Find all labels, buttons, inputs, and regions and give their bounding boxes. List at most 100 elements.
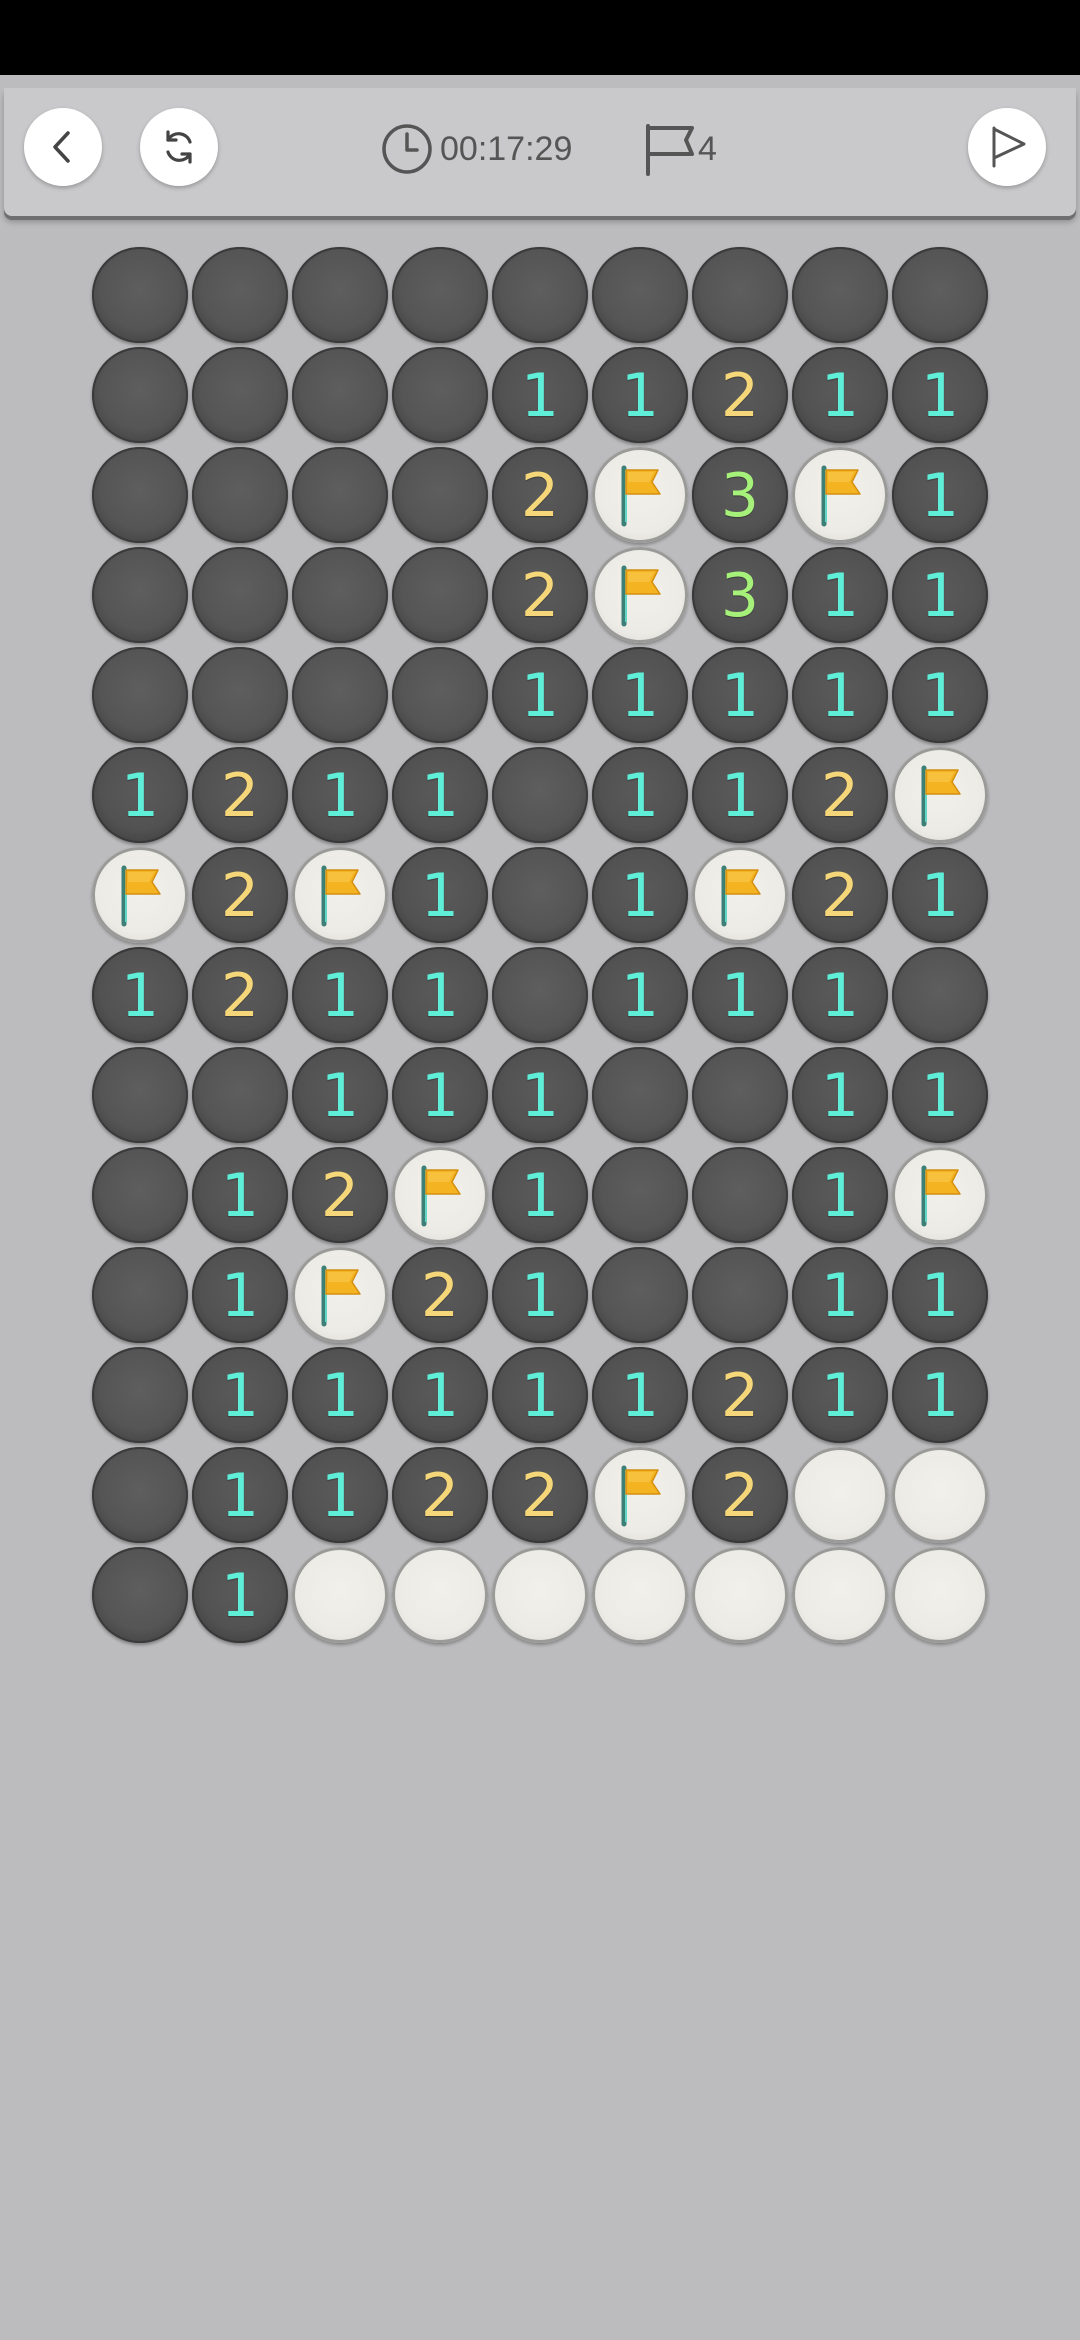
number-cell[interactable]: 2 bbox=[690, 1445, 790, 1545]
number-cell[interactable]: 1 bbox=[590, 1345, 690, 1445]
hidden-cell[interactable] bbox=[90, 1045, 190, 1145]
number-cell[interactable]: 1 bbox=[490, 345, 590, 445]
number-cell[interactable]: 1 bbox=[190, 1445, 290, 1545]
number-cell[interactable]: 2 bbox=[490, 445, 590, 545]
number-cell[interactable]: 1 bbox=[190, 1345, 290, 1445]
hidden-cell[interactable] bbox=[90, 1245, 190, 1345]
hidden-cell[interactable] bbox=[890, 245, 990, 345]
restart-button[interactable] bbox=[140, 108, 218, 186]
hidden-cell[interactable] bbox=[590, 1045, 690, 1145]
hidden-cell[interactable] bbox=[690, 1145, 790, 1245]
number-cell[interactable]: 2 bbox=[790, 745, 890, 845]
number-cell[interactable]: 1 bbox=[890, 1245, 990, 1345]
hidden-cell[interactable] bbox=[490, 245, 590, 345]
hidden-cell[interactable] bbox=[390, 245, 490, 345]
hidden-cell[interactable] bbox=[390, 545, 490, 645]
number-cell[interactable]: 2 bbox=[190, 845, 290, 945]
number-cell[interactable]: 1 bbox=[790, 645, 890, 745]
number-cell[interactable]: 1 bbox=[790, 945, 890, 1045]
hidden-cell[interactable] bbox=[190, 245, 290, 345]
hidden-cell[interactable] bbox=[90, 1445, 190, 1545]
number-cell[interactable]: 1 bbox=[690, 745, 790, 845]
number-cell[interactable]: 1 bbox=[890, 345, 990, 445]
number-cell[interactable]: 2 bbox=[690, 1345, 790, 1445]
hidden-cell[interactable] bbox=[290, 245, 390, 345]
number-cell[interactable]: 2 bbox=[290, 1145, 390, 1245]
flagged-cell[interactable] bbox=[590, 1445, 690, 1545]
number-cell[interactable]: 1 bbox=[790, 1145, 890, 1245]
number-cell[interactable]: 1 bbox=[490, 1145, 590, 1245]
hidden-cell[interactable] bbox=[590, 1245, 690, 1345]
number-cell[interactable]: 1 bbox=[890, 645, 990, 745]
number-cell[interactable]: 2 bbox=[390, 1445, 490, 1545]
number-cell[interactable]: 1 bbox=[490, 1345, 590, 1445]
hidden-cell[interactable] bbox=[690, 1245, 790, 1345]
number-cell[interactable]: 1 bbox=[590, 645, 690, 745]
number-cell[interactable]: 3 bbox=[690, 445, 790, 545]
hidden-cell[interactable] bbox=[90, 245, 190, 345]
number-cell[interactable]: 1 bbox=[690, 945, 790, 1045]
number-cell[interactable]: 1 bbox=[790, 345, 890, 445]
flagged-cell[interactable] bbox=[590, 445, 690, 545]
number-cell[interactable]: 1 bbox=[890, 1345, 990, 1445]
number-cell[interactable]: 1 bbox=[290, 945, 390, 1045]
number-cell[interactable]: 1 bbox=[390, 845, 490, 945]
hidden-cell[interactable] bbox=[290, 545, 390, 645]
hidden-cell[interactable] bbox=[690, 245, 790, 345]
flag-mode-button[interactable] bbox=[968, 108, 1046, 186]
hidden-cell[interactable] bbox=[190, 445, 290, 545]
number-cell[interactable]: 2 bbox=[390, 1245, 490, 1345]
number-cell[interactable]: 1 bbox=[590, 345, 690, 445]
number-cell[interactable]: 2 bbox=[190, 745, 290, 845]
flagged-cell[interactable] bbox=[890, 745, 990, 845]
flagged-cell[interactable] bbox=[590, 545, 690, 645]
number-cell[interactable]: 1 bbox=[190, 1245, 290, 1345]
number-cell[interactable]: 1 bbox=[290, 745, 390, 845]
hidden-cell[interactable] bbox=[90, 645, 190, 745]
hidden-cell[interactable] bbox=[90, 1545, 190, 1645]
hidden-cell[interactable] bbox=[390, 345, 490, 445]
hidden-cell[interactable] bbox=[190, 1045, 290, 1145]
number-cell[interactable]: 1 bbox=[490, 1045, 590, 1145]
number-cell[interactable]: 2 bbox=[490, 1445, 590, 1545]
number-cell[interactable]: 1 bbox=[590, 745, 690, 845]
hidden-cell[interactable] bbox=[90, 1145, 190, 1245]
number-cell[interactable]: 1 bbox=[290, 1445, 390, 1545]
number-cell[interactable]: 3 bbox=[690, 545, 790, 645]
number-cell[interactable]: 1 bbox=[390, 1345, 490, 1445]
number-cell[interactable]: 1 bbox=[290, 1045, 390, 1145]
hidden-cell[interactable] bbox=[790, 245, 890, 345]
hidden-cell[interactable] bbox=[590, 245, 690, 345]
flagged-cell[interactable] bbox=[290, 1245, 390, 1345]
flagged-cell[interactable] bbox=[90, 845, 190, 945]
number-cell[interactable]: 2 bbox=[490, 545, 590, 645]
hidden-cell[interactable] bbox=[490, 745, 590, 845]
number-cell[interactable]: 1 bbox=[890, 445, 990, 545]
hidden-cell[interactable] bbox=[890, 945, 990, 1045]
flagged-cell[interactable] bbox=[690, 845, 790, 945]
number-cell[interactable]: 1 bbox=[490, 645, 590, 745]
number-cell[interactable]: 1 bbox=[290, 1345, 390, 1445]
number-cell[interactable]: 1 bbox=[890, 1045, 990, 1145]
hidden-cell[interactable] bbox=[190, 545, 290, 645]
hidden-cell[interactable] bbox=[490, 845, 590, 945]
flagged-cell[interactable] bbox=[290, 845, 390, 945]
number-cell[interactable]: 1 bbox=[790, 1345, 890, 1445]
hidden-cell[interactable] bbox=[90, 545, 190, 645]
number-cell[interactable]: 1 bbox=[390, 1045, 490, 1145]
number-cell[interactable]: 1 bbox=[190, 1545, 290, 1645]
number-cell[interactable]: 1 bbox=[690, 645, 790, 745]
hidden-cell[interactable] bbox=[290, 445, 390, 545]
number-cell[interactable]: 1 bbox=[90, 745, 190, 845]
number-cell[interactable]: 2 bbox=[190, 945, 290, 1045]
number-cell[interactable]: 1 bbox=[390, 945, 490, 1045]
hidden-cell[interactable] bbox=[90, 445, 190, 545]
hidden-cell[interactable] bbox=[90, 345, 190, 445]
hidden-cell[interactable] bbox=[490, 945, 590, 1045]
hidden-cell[interactable] bbox=[390, 445, 490, 545]
number-cell[interactable]: 2 bbox=[690, 345, 790, 445]
number-cell[interactable]: 1 bbox=[890, 845, 990, 945]
number-cell[interactable]: 1 bbox=[790, 1245, 890, 1345]
hidden-cell[interactable] bbox=[690, 1045, 790, 1145]
number-cell[interactable]: 1 bbox=[390, 745, 490, 845]
